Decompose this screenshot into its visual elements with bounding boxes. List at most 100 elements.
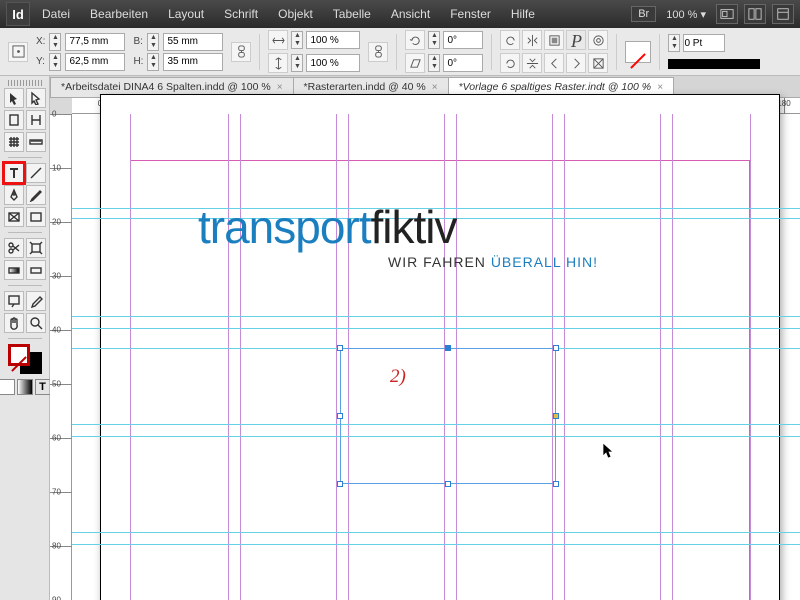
rotate-field[interactable]	[443, 31, 483, 49]
constrain-scale-icon[interactable]	[368, 42, 388, 62]
rectangle-frame-tool[interactable]	[4, 207, 24, 227]
scale-group: ▲▼ ▲▼	[268, 30, 360, 73]
fit-icon[interactable]	[588, 53, 608, 73]
h-field[interactable]	[163, 53, 223, 71]
divider	[8, 285, 42, 286]
w-field[interactable]	[163, 33, 223, 51]
scale-y-field[interactable]	[306, 54, 360, 72]
menu-ansicht[interactable]: Ansicht	[383, 5, 438, 23]
handle-w[interactable]	[337, 413, 343, 419]
menu-layout[interactable]: Layout	[160, 5, 212, 23]
handle-n[interactable]	[445, 345, 451, 351]
divider	[659, 34, 660, 70]
tab-close-icon[interactable]: ×	[432, 82, 438, 93]
flip-h-icon[interactable]	[522, 30, 542, 50]
menu-datei[interactable]: Datei	[34, 5, 78, 23]
selected-text-frame[interactable]	[340, 348, 556, 484]
h-stepper[interactable]: ▲▼	[147, 53, 159, 71]
scale-x-stepper[interactable]: ▲▼	[291, 31, 303, 49]
fill-none-swatch[interactable]	[625, 41, 651, 63]
handle-nw[interactable]	[337, 345, 343, 351]
apply-text-icon[interactable]	[35, 379, 51, 395]
scale-y-stepper[interactable]: ▲▼	[291, 54, 303, 72]
y-stepper[interactable]: ▲▼	[49, 53, 61, 71]
page-tool[interactable]	[4, 110, 24, 130]
x-stepper[interactable]: ▲▼	[49, 33, 61, 51]
menu-fenster[interactable]: Fenster	[442, 5, 499, 23]
menu-objekt[interactable]: Objekt	[270, 5, 321, 23]
shear-stepper[interactable]: ▲▼	[428, 54, 440, 72]
type-tool[interactable]	[4, 163, 24, 183]
stroke-weight-field[interactable]	[683, 34, 725, 52]
eyedropper-tool[interactable]	[26, 291, 46, 311]
gap-tool[interactable]	[26, 110, 46, 130]
pen-tool[interactable]	[4, 185, 24, 205]
w-stepper[interactable]: ▲▼	[147, 33, 159, 51]
column-guide	[336, 114, 337, 600]
logo-block: transportfiktiv WIR FAHREN ÜBERALL HIN!	[198, 200, 598, 270]
stroke-stepper[interactable]: ▲▼	[668, 34, 680, 52]
handle-se[interactable]	[553, 481, 559, 487]
apply-color-icon[interactable]	[0, 379, 15, 395]
line-tool[interactable]	[26, 163, 46, 183]
global-zoom[interactable]: 100 % ▾	[662, 6, 710, 23]
menu-schrift[interactable]: Schrift	[216, 5, 266, 23]
tab-close-icon[interactable]: ×	[657, 82, 663, 93]
paragraph-style-icon[interactable]: P	[566, 30, 586, 50]
scale-y-icon	[268, 53, 288, 73]
scissors-tool[interactable]	[4, 238, 24, 258]
menu-hilfe[interactable]: Hilfe	[503, 5, 543, 23]
handle-s[interactable]	[445, 481, 451, 487]
tab-close-icon[interactable]: ×	[277, 82, 283, 93]
bridge-button[interactable]: Br	[631, 6, 656, 22]
pencil-tool[interactable]	[26, 185, 46, 205]
rotate-ccw-icon[interactable]	[500, 30, 520, 50]
xy-group: X: ▲▼ Y: ▲▼	[36, 33, 125, 71]
direct-selection-tool[interactable]	[26, 88, 46, 108]
reference-point-icon[interactable]	[8, 42, 28, 62]
select-content-icon[interactable]	[588, 30, 608, 50]
handle-e[interactable]	[553, 413, 559, 419]
y-field[interactable]	[65, 53, 125, 71]
color-mode-row	[0, 379, 51, 395]
canvas[interactable]: transportfiktiv WIR FAHREN ÜBERALL HIN! …	[72, 114, 800, 600]
tab-label: *Arbeitsdatei DINA4 6 Spalten.indd @ 100…	[61, 81, 271, 93]
free-transform-tool[interactable]	[26, 238, 46, 258]
select-next-icon[interactable]	[566, 53, 586, 73]
toolbox-grip[interactable]	[8, 80, 42, 86]
constrain-wh-icon[interactable]	[231, 42, 251, 62]
screen-mode-icon[interactable]	[716, 4, 738, 24]
shear-field[interactable]	[443, 54, 483, 72]
transform-buttons: P	[500, 30, 608, 73]
apply-gradient-icon[interactable]	[17, 379, 33, 395]
handle-ne[interactable]	[553, 345, 559, 351]
select-container-icon[interactable]	[544, 30, 564, 50]
menu-bearbeiten[interactable]: Bearbeiten	[82, 5, 156, 23]
x-label: X:	[36, 36, 45, 47]
tagline-part2: ÜBERALL HIN!	[491, 254, 598, 270]
ruler-tool[interactable]	[26, 132, 46, 152]
vertical-ruler[interactable]: 0102030405060708090	[50, 114, 72, 600]
gradient-feather-tool[interactable]	[26, 260, 46, 280]
grid-tool[interactable]	[4, 132, 24, 152]
flip-v-icon[interactable]	[522, 53, 542, 73]
zoom-tool[interactable]	[26, 313, 46, 333]
rotate-cw-icon[interactable]	[500, 53, 520, 73]
select-prev-icon[interactable]	[544, 53, 564, 73]
hand-tool[interactable]	[4, 313, 24, 333]
view-options-icon[interactable]	[772, 4, 794, 24]
horizontal-guide	[72, 532, 800, 533]
stroke-style-dropdown[interactable]	[668, 59, 760, 69]
column-guide	[672, 114, 673, 600]
rectangle-tool[interactable]	[26, 207, 46, 227]
gradient-swatch-tool[interactable]	[4, 260, 24, 280]
scale-x-field[interactable]	[306, 31, 360, 49]
note-tool[interactable]	[4, 291, 24, 311]
selection-tool[interactable]	[4, 88, 24, 108]
menu-tabelle[interactable]: Tabelle	[325, 5, 379, 23]
rotate-stepper[interactable]: ▲▼	[428, 31, 440, 49]
handle-sw[interactable]	[337, 481, 343, 487]
x-field[interactable]	[65, 33, 125, 51]
fill-stroke-swatch[interactable]	[8, 344, 42, 374]
arrange-icon[interactable]	[744, 4, 766, 24]
